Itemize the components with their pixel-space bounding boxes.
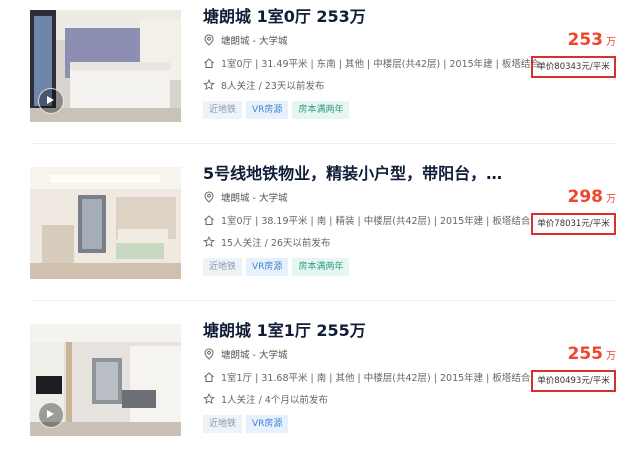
listing-photo[interactable] [30, 10, 181, 122]
vr-badge[interactable] [38, 88, 64, 114]
total-price-number: 298 [567, 187, 604, 207]
listing-item[interactable]: 塘朗城 1室1厅 255万 塘朗城 - 大学城 1室1厅 | 31.68平米 |… [0, 314, 640, 456]
total-price-unit: 万 [606, 351, 616, 362]
divider [32, 300, 616, 301]
vr-badge[interactable] [38, 402, 64, 428]
tag-vr: VR房源 [246, 415, 289, 433]
follow-text: 1人关注 / 4个月以前发布 [221, 395, 328, 406]
total-price: 255 万 [568, 344, 617, 364]
tag-two-years: 房本满两年 [292, 101, 350, 119]
listing-photo[interactable] [30, 324, 181, 436]
total-price-unit: 万 [606, 194, 616, 205]
total-price-unit: 万 [606, 37, 616, 48]
location-pin-icon [204, 348, 214, 360]
unit-price: 单价78031元/平米 [531, 213, 616, 235]
tag-two-years: 房本满两年 [292, 258, 350, 276]
house-icon [204, 372, 214, 382]
unit-price: 单价80343元/平米 [531, 56, 616, 78]
location-pin-icon [204, 191, 214, 203]
info-text: 1室0厅 | 31.49平米 | 东南 | 其他 | 中楼层(共42层) | 2… [221, 59, 540, 70]
listing-info: 1室1厅 | 31.68平米 | 南 | 其他 | 中楼层(共42层) | 20… [203, 371, 530, 386]
tag-list: 近地铁 VR房源 房本满两年 [203, 258, 353, 276]
position-text: 塘朗城 - 大学城 [221, 350, 288, 361]
vr-play-icon [47, 410, 54, 418]
listing-info: 1室0厅 | 38.19平米 | 南 | 精装 | 中楼层(共42层) | 20… [203, 214, 530, 229]
listing-follow: 1人关注 / 4个月以前发布 [203, 393, 328, 408]
star-icon [203, 393, 215, 405]
star-icon [203, 236, 215, 248]
listing-title[interactable]: 塘朗城 1室0厅 253万 [203, 6, 366, 28]
tag-subway: 近地铁 [203, 101, 243, 119]
unit-price: 单价80493元/平米 [531, 370, 616, 392]
tag-subway: 近地铁 [203, 258, 243, 276]
divider [32, 143, 616, 144]
tag-list: 近地铁 VR房源 [203, 415, 292, 433]
vr-play-icon [47, 96, 54, 104]
listing-info: 1室0厅 | 31.49平米 | 东南 | 其他 | 中楼层(共42层) | 2… [203, 57, 540, 72]
listing-title[interactable]: 5号线地铁物业，精装小户型，带阳台，… [203, 163, 502, 185]
location-pin-icon [204, 34, 214, 46]
listing-photo[interactable] [30, 167, 181, 279]
tag-vr: VR房源 [246, 258, 289, 276]
total-price-number: 255 [567, 344, 604, 364]
total-price: 253 万 [568, 30, 617, 50]
tag-subway: 近地铁 [203, 415, 243, 433]
tag-vr: VR房源 [246, 101, 289, 119]
house-icon [204, 58, 214, 68]
listing-position[interactable]: 塘朗城 - 大学城 [203, 191, 287, 206]
info-text: 1室0厅 | 38.19平米 | 南 | 精装 | 中楼层(共42层) | 20… [221, 216, 531, 227]
follow-text: 15人关注 / 26天以前发布 [221, 238, 331, 249]
total-price-number: 253 [567, 30, 604, 50]
listing-position[interactable]: 塘朗城 - 大学城 [203, 34, 287, 49]
total-price: 298 万 [568, 187, 617, 207]
tag-list: 近地铁 VR房源 房本满两年 [203, 101, 353, 119]
star-icon [203, 79, 215, 91]
listing-title[interactable]: 塘朗城 1室1厅 255万 [203, 320, 366, 342]
position-text: 塘朗城 - 大学城 [221, 36, 288, 47]
info-text: 1室1厅 | 31.68平米 | 南 | 其他 | 中楼层(共42层) | 20… [221, 373, 531, 384]
listing-item[interactable]: 5号线地铁物业，精装小户型，带阳台，… 塘朗城 - 大学城 1室0厅 | 38.… [0, 157, 640, 299]
listing-follow: 15人关注 / 26天以前发布 [203, 236, 330, 251]
position-text: 塘朗城 - 大学城 [221, 193, 288, 204]
listing-item[interactable]: 塘朗城 1室0厅 253万 塘朗城 - 大学城 1室0厅 | 31.49平米 |… [0, 0, 640, 142]
listing-list: 塘朗城 1室0厅 253万 塘朗城 - 大学城 1室0厅 | 31.49平米 |… [0, 0, 640, 454]
listing-follow: 8人关注 / 23天以前发布 [203, 79, 324, 94]
house-icon [204, 215, 214, 225]
studio-photo [30, 167, 181, 279]
listing-position[interactable]: 塘朗城 - 大学城 [203, 348, 287, 363]
follow-text: 8人关注 / 23天以前发布 [221, 81, 325, 92]
